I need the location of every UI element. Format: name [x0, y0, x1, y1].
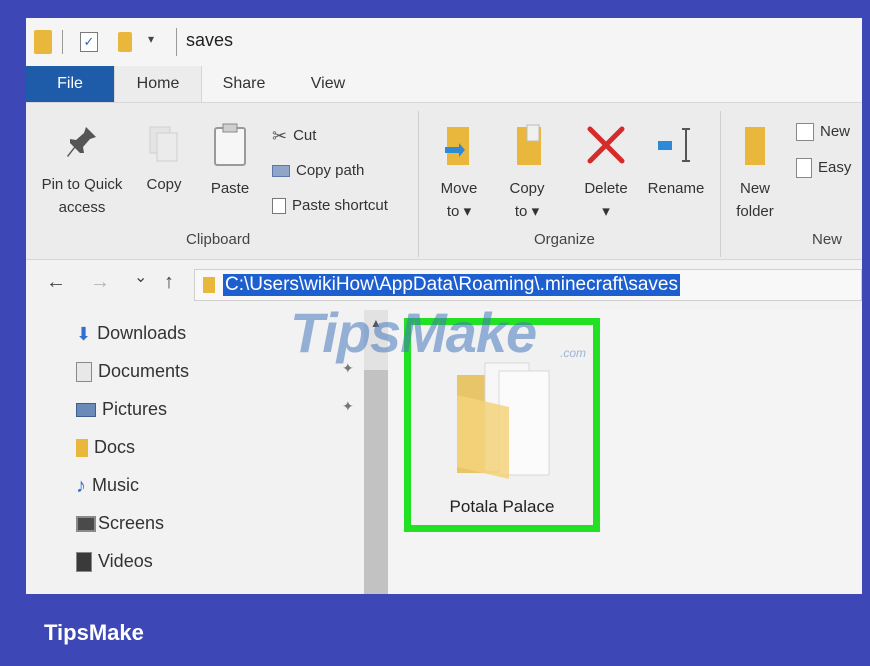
- up-button[interactable]: ↑: [164, 271, 174, 294]
- delete-button[interactable]: Delete ▾: [574, 123, 638, 223]
- paste-label: Paste: [210, 180, 250, 197]
- new-item-icon: [796, 123, 814, 142]
- copy-icon: [149, 126, 178, 162]
- delete-dropdown[interactable]: ▾: [602, 203, 610, 220]
- copy-to-label-line1: Copy: [509, 180, 545, 197]
- brand-logo: TipsMake: [44, 620, 144, 645]
- address-bar[interactable]: C:\Users\wikiHow\AppData\Roaming\.minecr…: [194, 269, 862, 301]
- organize-group-label: Organize: [534, 231, 595, 248]
- rename-icon: [658, 128, 690, 162]
- clipboard-group-label: Clipboard: [186, 231, 251, 248]
- new-group-label: New: [812, 231, 843, 248]
- pin-label-line1: Pin to Quick: [41, 176, 123, 193]
- paste-button[interactable]: Paste: [204, 123, 256, 200]
- properties-check-icon[interactable]: ✓: [80, 32, 98, 52]
- folder-icon: [457, 362, 550, 479]
- sidebar-item-docs[interactable]: Docs: [76, 432, 135, 462]
- documents-icon: [76, 362, 92, 383]
- copy-path-icon: [272, 165, 290, 178]
- delete-label: Delete: [584, 180, 628, 197]
- tab-home[interactable]: Home: [114, 66, 202, 102]
- sidebar-item-label: Videos: [98, 551, 153, 571]
- sidebar-item-downloads[interactable]: ⬇ Downloads: [76, 318, 186, 348]
- pin-to-quick-access-button[interactable]: Pin to Quick access: [32, 123, 132, 219]
- new-folder-icon[interactable]: [118, 32, 132, 52]
- sidebar-item-label: Documents: [98, 361, 190, 381]
- tab-share[interactable]: Share: [214, 66, 274, 102]
- sidebar-item-music[interactable]: ♪ Music: [76, 470, 139, 500]
- easy-access-button[interactable]: Easy: [796, 155, 851, 181]
- rename-label: Rename: [647, 180, 705, 197]
- videos-icon: [76, 552, 92, 573]
- screens-icon: [76, 516, 96, 533]
- new-folder-icon: [745, 127, 765, 165]
- pin-label-line2: access: [58, 199, 106, 216]
- paste-shortcut-icon: [272, 198, 286, 215]
- paste-shortcut-button[interactable]: Paste shortcut: [272, 193, 388, 219]
- new-item-label: New: [820, 123, 851, 140]
- sidebar-item-documents[interactable]: Documents: [76, 356, 189, 386]
- recent-locations-dropdown[interactable]: ⌄: [134, 267, 147, 287]
- divider: [720, 111, 721, 257]
- copy-button[interactable]: Copy: [138, 123, 190, 196]
- copy-label: Copy: [146, 176, 182, 193]
- back-button[interactable]: ←: [46, 271, 66, 294]
- download-arrow-icon: ⬇: [76, 324, 92, 345]
- pictures-icon: [76, 403, 96, 418]
- tab-view[interactable]: View: [296, 66, 360, 102]
- new-folder-label-line1: New: [739, 180, 770, 197]
- copy-path-button[interactable]: Copy path: [272, 158, 364, 184]
- rename-button[interactable]: Rename: [644, 123, 708, 200]
- music-note-icon: ♪: [76, 475, 86, 498]
- copy-to-button[interactable]: Copy to ▾: [498, 123, 556, 223]
- move-to-button[interactable]: Move to ▾: [430, 123, 488, 223]
- pin-icon: [67, 127, 96, 157]
- copy-path-label: Copy path: [296, 162, 365, 179]
- watermark-suffix: .com: [560, 346, 587, 360]
- folder-icon: [76, 439, 88, 458]
- title-bar: ✓ ▾ saves: [26, 18, 862, 66]
- folder-name: Potala Palace: [449, 497, 555, 516]
- clipboard-icon: [214, 123, 246, 166]
- easy-access-icon: [796, 158, 812, 179]
- cut-button[interactable]: ✂ Cut: [272, 123, 316, 149]
- sidebar-item-label: Pictures: [102, 399, 168, 419]
- forward-button[interactable]: →: [90, 271, 110, 294]
- scroll-thumb[interactable]: [364, 370, 388, 594]
- address-path[interactable]: C:\Users\wikiHow\AppData\Roaming\.minecr…: [223, 274, 680, 296]
- cut-label: Cut: [293, 127, 317, 144]
- divider: [418, 111, 419, 257]
- pin-icon[interactable]: ✦: [342, 398, 354, 415]
- new-item-button[interactable]: New: [796, 119, 850, 145]
- window-title: saves: [186, 30, 234, 50]
- sidebar-item-pictures[interactable]: Pictures: [76, 394, 167, 424]
- new-folder-label-line2: folder: [736, 203, 774, 220]
- sidebar-item-label: Docs: [94, 437, 136, 457]
- paste-shortcut-label: Paste shortcut: [292, 197, 388, 214]
- sidebar-item-screens[interactable]: Screens: [76, 508, 164, 538]
- folder-icon: [203, 277, 215, 293]
- ribbon-home: Pin to Quick access Copy Paste ✂ Cut Copy…: [26, 102, 862, 260]
- easy-access-label: Easy: [818, 159, 852, 176]
- move-to-icon: [445, 127, 469, 165]
- customize-quick-access-dropdown[interactable]: ▾: [148, 32, 154, 46]
- ribbon-tabs: File Home Share View: [26, 66, 862, 102]
- move-to-label-line1: Move: [440, 180, 478, 197]
- watermark: TipsMake: [290, 301, 537, 364]
- sidebar-item-label: Music: [92, 475, 140, 495]
- delete-x-icon: [587, 126, 625, 164]
- divider: [62, 30, 63, 54]
- copy-to-icon: [517, 124, 541, 165]
- scissors-icon: ✂: [272, 126, 288, 147]
- sidebar-item-videos[interactable]: Videos: [76, 546, 153, 576]
- move-to-label-line2: to ▾: [446, 203, 472, 220]
- folder-icon[interactable]: [34, 30, 52, 54]
- sidebar-item-label: Downloads: [97, 323, 187, 343]
- divider: [176, 28, 177, 56]
- tab-file[interactable]: File: [26, 66, 114, 102]
- new-folder-button[interactable]: New folder: [728, 123, 782, 223]
- sidebar-item-label: Screens: [98, 513, 165, 533]
- copy-to-label-line2: to ▾: [514, 203, 540, 220]
